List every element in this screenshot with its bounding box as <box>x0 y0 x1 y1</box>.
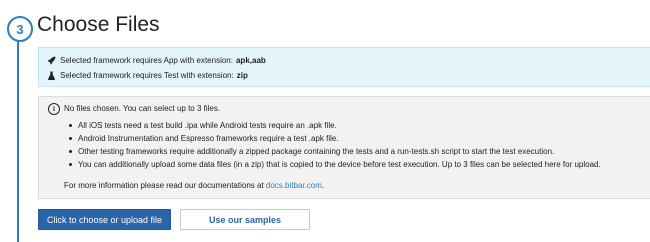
documentation-link[interactable]: docs.bitbar.com <box>266 181 322 190</box>
section-title: Choose Files <box>37 13 160 36</box>
app-requirement: Selected framework requires App with ext… <box>47 56 266 65</box>
test-requirement: Selected framework requires Test with ex… <box>47 71 248 80</box>
test-requirement-text: Selected framework requires Test with ex… <box>60 71 234 80</box>
instructions-list: All iOS tests need a test build .ipa whi… <box>69 119 601 171</box>
info-icon: i <box>48 103 60 115</box>
test-extension-value: zip <box>236 71 248 80</box>
list-item: You can additionally upload some data fi… <box>69 158 601 171</box>
use-samples-button[interactable]: Use our samples <box>180 209 310 230</box>
info-box: i No files chosen. You can select up to … <box>38 96 650 199</box>
app-extension-value: apk,aab <box>235 56 266 65</box>
rocket-icon <box>47 56 56 65</box>
list-item: Other testing frameworks require additio… <box>69 145 601 158</box>
documentation-prefix: For more information please read our doc… <box>64 181 266 190</box>
step-number-badge: 3 <box>7 16 33 42</box>
step-rail <box>17 34 19 242</box>
app-requirement-text: Selected framework requires App with ext… <box>60 56 233 65</box>
flask-icon <box>47 71 56 80</box>
file-status-text: No files chosen. You can select up to 3 … <box>64 104 221 113</box>
documentation-suffix: . <box>321 181 325 190</box>
upload-file-button[interactable]: Click to choose or upload file <box>38 209 171 230</box>
list-item: Android Instrumentation and Espresso fra… <box>69 132 601 145</box>
documentation-note: For more information please read our doc… <box>64 181 324 190</box>
requirements-box: Selected framework requires App with ext… <box>38 47 650 87</box>
list-item: All iOS tests need a test build .ipa whi… <box>69 119 601 132</box>
